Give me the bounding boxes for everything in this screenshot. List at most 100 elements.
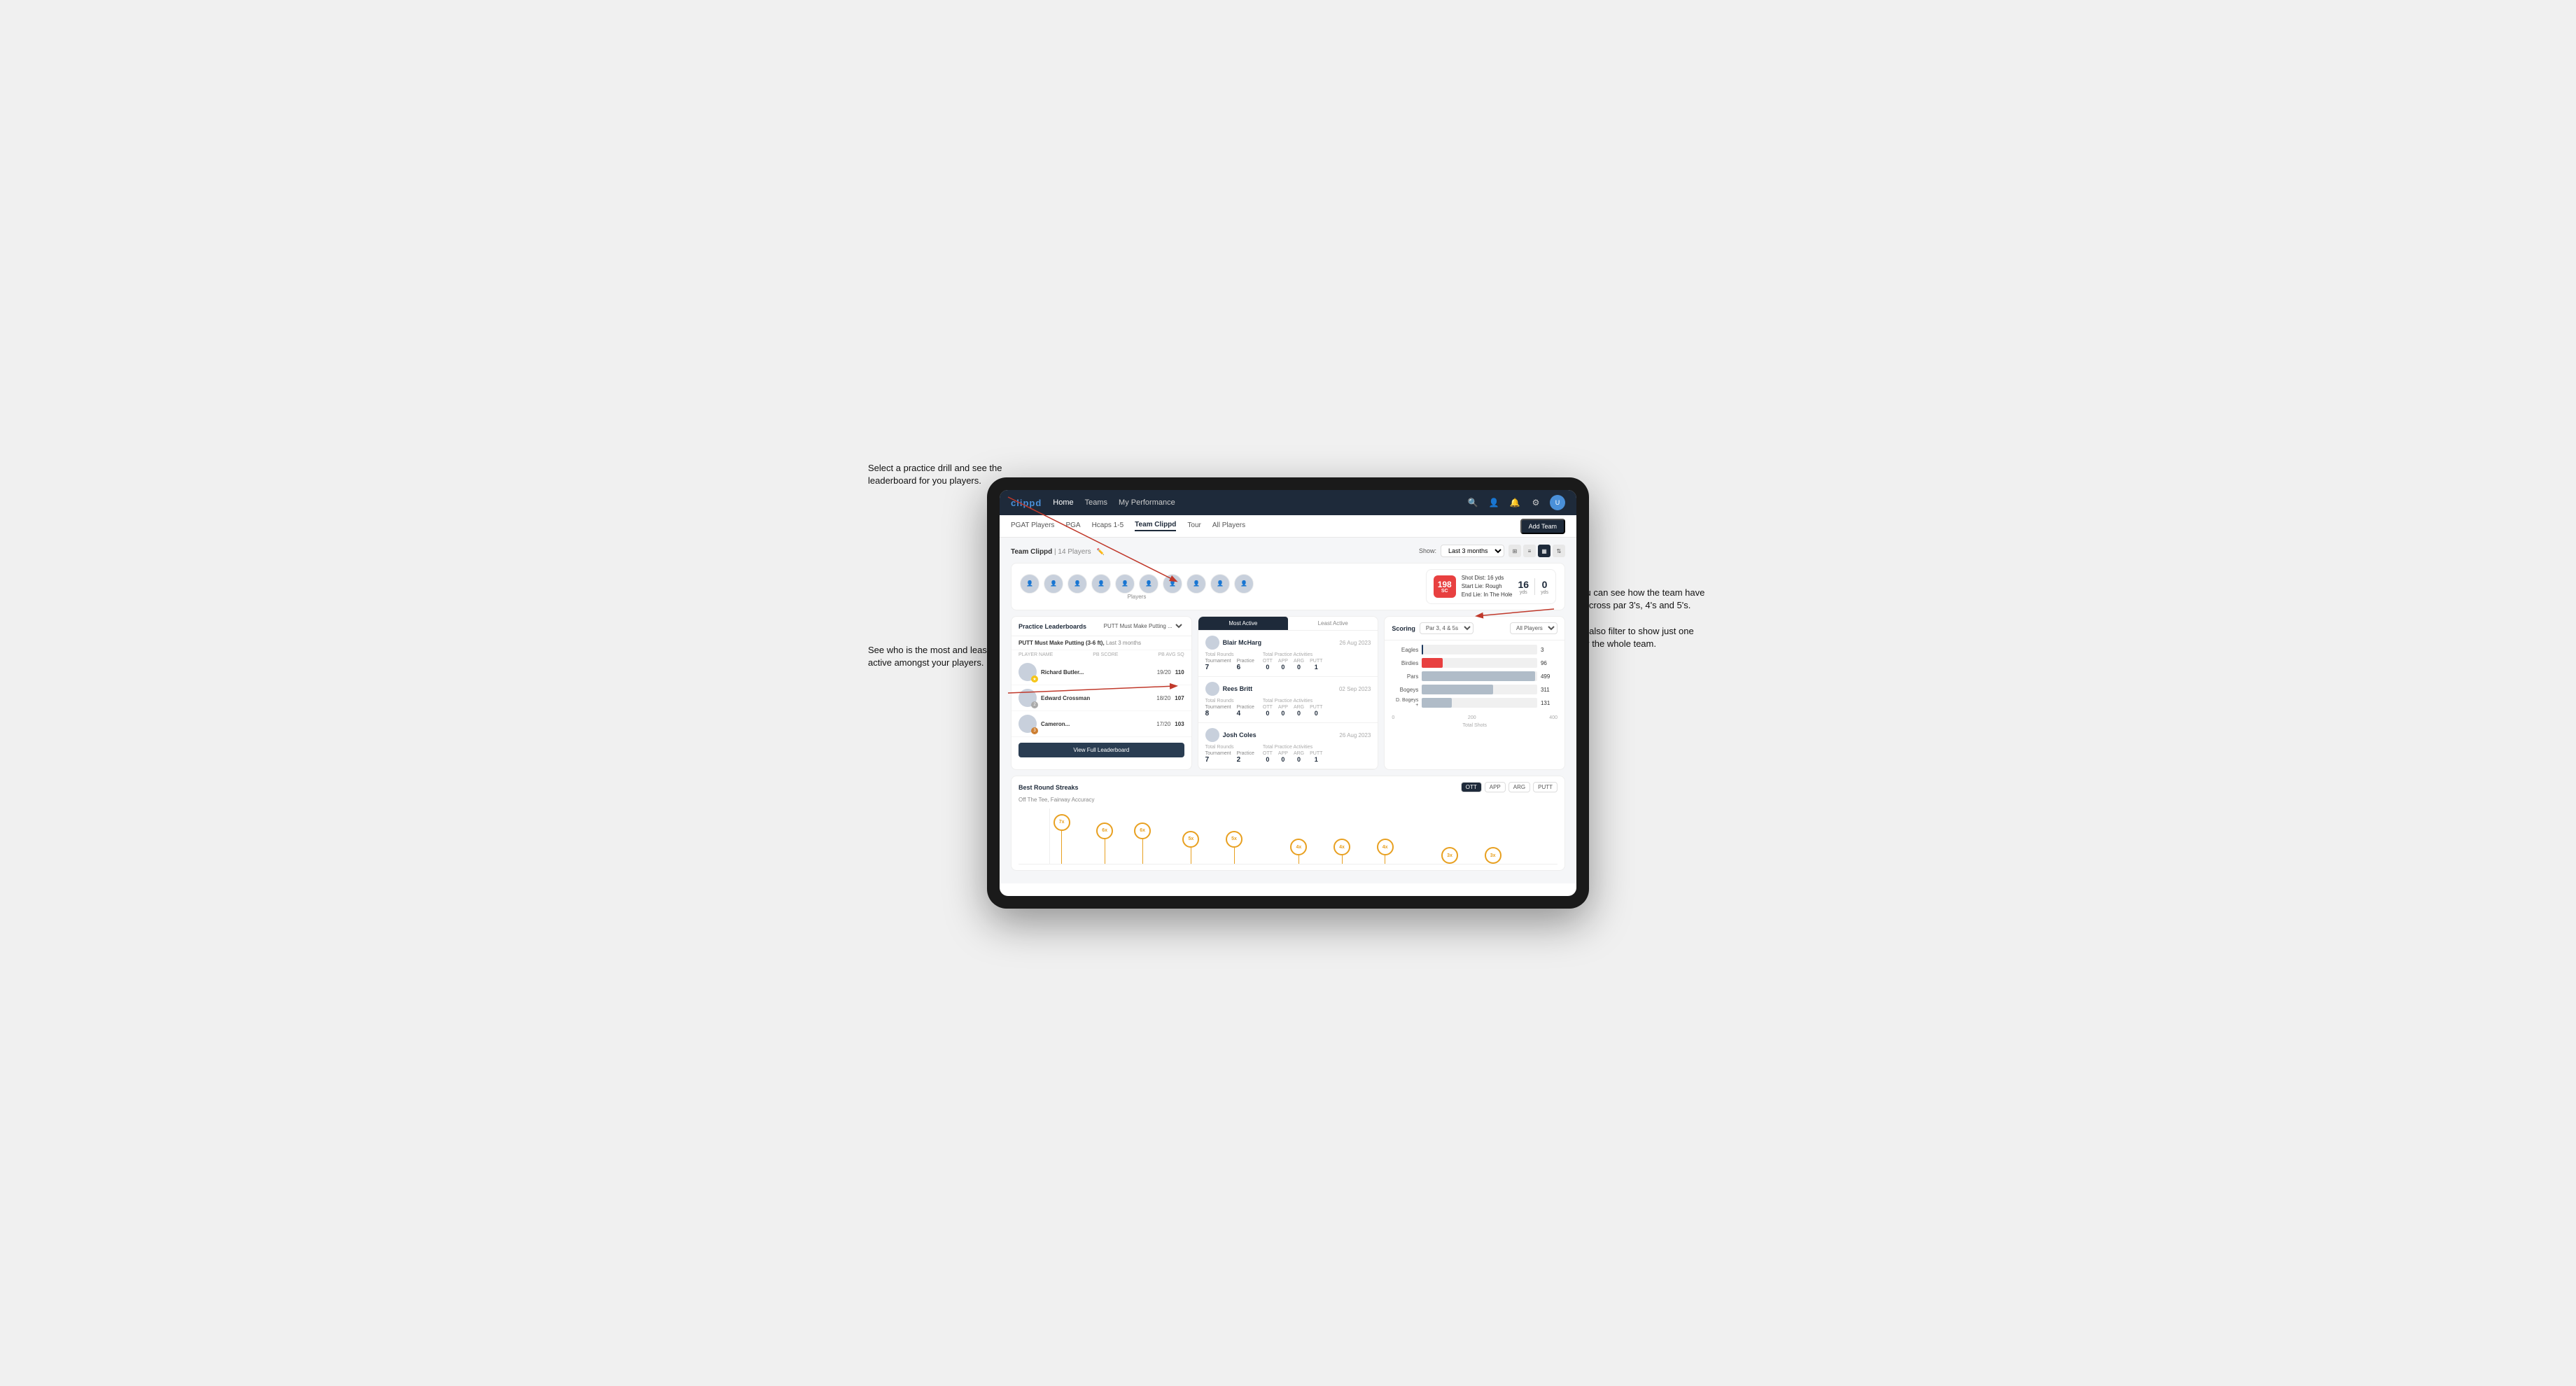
shot-yds-1-label: yds — [1518, 590, 1530, 595]
shot-info-text: Shot Dist: 16 yds Start Lie: Rough End L… — [1462, 574, 1513, 599]
filter-icon[interactable]: ⇅ — [1553, 545, 1565, 557]
filter-btn-putt[interactable]: PUTT — [1533, 782, 1558, 792]
player-avatar-5[interactable]: 👤 — [1115, 574, 1135, 594]
bar-fill-eagles — [1422, 645, 1423, 654]
chart-y-axis — [1049, 808, 1050, 864]
streak-line-4x-1 — [1298, 855, 1299, 864]
total-rounds-vals-1: Tournament 7 Practice 6 — [1205, 659, 1254, 671]
list-view-icon[interactable]: ≡ — [1523, 545, 1536, 557]
bell-icon[interactable]: 🔔 — [1508, 496, 1522, 510]
lb-score-3: 17/20 — [1156, 721, 1170, 727]
drill-select[interactable]: PUTT Must Make Putting ... — [1101, 622, 1184, 630]
practice-activities-group-2: Total Practice Activities OTT 0 APP — [1263, 699, 1322, 718]
logo: clippd — [1011, 498, 1042, 508]
practice-col-2: Practice 4 — [1237, 705, 1254, 718]
player-avatar-8[interactable]: 👤 — [1186, 574, 1206, 594]
scoring-par-filter[interactable]: Par 3, 4 & 5s — [1420, 622, 1474, 634]
nav-link-teams[interactable]: Teams — [1085, 498, 1107, 507]
shot-dist: Shot Dist: 16 yds — [1462, 574, 1513, 582]
bar-val-pars: 499 — [1541, 673, 1558, 680]
practice-activities-group-3: Total Practice Activities OTT 0 APP — [1263, 745, 1322, 764]
show-control: Show: Last 3 months Last 6 months Last y… — [1419, 545, 1565, 557]
bar-fill-bogeys — [1422, 685, 1493, 694]
apc-date-2: 02 Sep 2023 — [1339, 686, 1371, 692]
player-avatar-6[interactable]: 👤 — [1139, 574, 1158, 594]
player-avatar-2[interactable]: 👤 — [1044, 574, 1063, 594]
view-icons: ⊞ ≡ ▦ ⇅ — [1508, 545, 1565, 557]
lb-name-3: Cameron... — [1041, 721, 1152, 727]
streak-dot-6x-2: 6x — [1134, 822, 1151, 864]
streak-line-5x-2 — [1234, 848, 1235, 864]
apc-date-3: 26 Aug 2023 — [1339, 732, 1371, 738]
subnav-pga[interactable]: PGA — [1065, 522, 1080, 531]
player-avatar-10[interactable]: 👤 — [1234, 574, 1254, 594]
filter-btn-ott[interactable]: OTT — [1461, 782, 1482, 792]
main-content: Team Clippd | 14 Players ✏️ Show: Last 3… — [1000, 538, 1576, 883]
player-avatar-4[interactable]: 👤 — [1091, 574, 1111, 594]
show-label: Show: — [1419, 547, 1436, 554]
player-avatar-3[interactable]: 👤 — [1068, 574, 1087, 594]
bar-val-dbogeys: 131 — [1541, 700, 1558, 706]
streaks-card: Best Round Streaks OTT APP ARG PUTT Off … — [1011, 776, 1565, 871]
players-row-container: 👤 👤 👤 👤 👤 👤 👤 👤 👤 👤 Players — [1011, 563, 1565, 610]
apc-name-row-2: Rees Britt — [1205, 682, 1253, 696]
scoring-players-filter[interactable]: All Players — [1510, 622, 1558, 634]
tab-most-active[interactable]: Most Active — [1198, 617, 1288, 630]
streak-bubble-6x-1: 6x — [1096, 822, 1113, 839]
sub-nav: PGAT Players PGA Hcaps 1-5 Team Clippd T… — [1000, 515, 1576, 538]
settings-icon[interactable]: ⚙ — [1529, 496, 1543, 510]
start-lie: Start Lie: Rough — [1462, 582, 1513, 591]
bar-fill-pars — [1422, 671, 1534, 681]
tournament-label-1: Tournament — [1205, 659, 1231, 664]
grid-view-icon[interactable]: ⊞ — [1508, 545, 1521, 557]
activity-player-2: Rees Britt 02 Sep 2023 Total Rounds Tour — [1198, 677, 1378, 723]
card-view-icon[interactable]: ▦ — [1538, 545, 1550, 557]
tab-least-active[interactable]: Least Active — [1288, 617, 1378, 630]
scoring-header: Scoring Par 3, 4 & 5s All Players — [1385, 617, 1564, 640]
total-rounds-group-2: Total Rounds Tournament 8 Practice — [1205, 699, 1254, 718]
scoring-chart: Eagles 3 Birdies — [1385, 640, 1564, 715]
edit-team-icon[interactable]: ✏️ — [1096, 548, 1104, 555]
streak-bubble-3x-2: 3x — [1485, 847, 1502, 864]
search-icon[interactable]: 🔍 — [1466, 496, 1480, 510]
lb-row-2: 2 Edward Crossman 18/20 107 — [1011, 685, 1191, 711]
practice-leaderboards-card: Practice Leaderboards PUTT Must Make Put… — [1011, 616, 1192, 770]
practice-col-1: Practice 6 — [1237, 659, 1254, 671]
nav-link-home[interactable]: Home — [1053, 498, 1073, 507]
tablet-device: clippd Home Teams My Performance 🔍 👤 🔔 ⚙… — [987, 477, 1589, 909]
user-avatar[interactable]: U — [1550, 495, 1565, 510]
streak-line-7x-1 — [1061, 831, 1062, 864]
subnav-all-players[interactable]: All Players — [1212, 522, 1245, 531]
shot-divider — [1534, 578, 1535, 595]
filter-btn-arg[interactable]: ARG — [1508, 782, 1530, 792]
add-team-button[interactable]: Add Team — [1520, 519, 1565, 534]
apc-stats-1: Total Rounds Tournament 7 Practice — [1205, 652, 1371, 671]
player-avatar-9[interactable]: 👤 — [1210, 574, 1230, 594]
shot-score-sub: SC — [1441, 589, 1448, 594]
subnav-hcaps[interactable]: Hcaps 1-5 — [1092, 522, 1124, 531]
people-icon[interactable]: 👤 — [1487, 496, 1501, 510]
streak-dot-7x-1: 7x — [1054, 814, 1070, 864]
subnav-team-clippd[interactable]: Team Clippd — [1135, 521, 1176, 531]
apc-name-2: Rees Britt — [1223, 685, 1253, 692]
tournament-col-1: Tournament 7 — [1205, 659, 1231, 671]
subnav-pgat[interactable]: PGAT Players — [1011, 522, 1054, 531]
activity-player-1: Blair McHarg 26 Aug 2023 Total Rounds To — [1198, 631, 1378, 677]
shot-score-value: 198 — [1438, 580, 1452, 589]
ott-col-1: OTT 0 — [1263, 659, 1273, 671]
streak-line-6x-2 — [1142, 839, 1143, 864]
player-avatar-7[interactable]: 👤 — [1163, 574, 1182, 594]
streak-dot-4x-3: 4x — [1377, 839, 1394, 864]
show-period-select[interactable]: Last 3 months Last 6 months Last year — [1441, 545, 1504, 557]
streaks-filter-row: OTT APP ARG PUTT — [1461, 782, 1558, 792]
view-full-leaderboard-button[interactable]: View Full Leaderboard — [1018, 743, 1184, 757]
shot-numbers: 16 yds 0 yds — [1518, 578, 1548, 595]
leaderboard-title: Practice Leaderboards — [1018, 623, 1086, 630]
nav-link-my-performance[interactable]: My Performance — [1119, 498, 1175, 507]
apc-stats-2: Total Rounds Tournament 8 Practice — [1205, 699, 1371, 718]
filter-btn-app[interactable]: APP — [1485, 782, 1506, 792]
streak-dot-5x-2: 5x — [1226, 831, 1242, 864]
bar-label-bogeys: Bogeys — [1392, 687, 1418, 693]
player-avatar-1[interactable]: 👤 — [1020, 574, 1040, 594]
subnav-tour[interactable]: Tour — [1187, 522, 1200, 531]
